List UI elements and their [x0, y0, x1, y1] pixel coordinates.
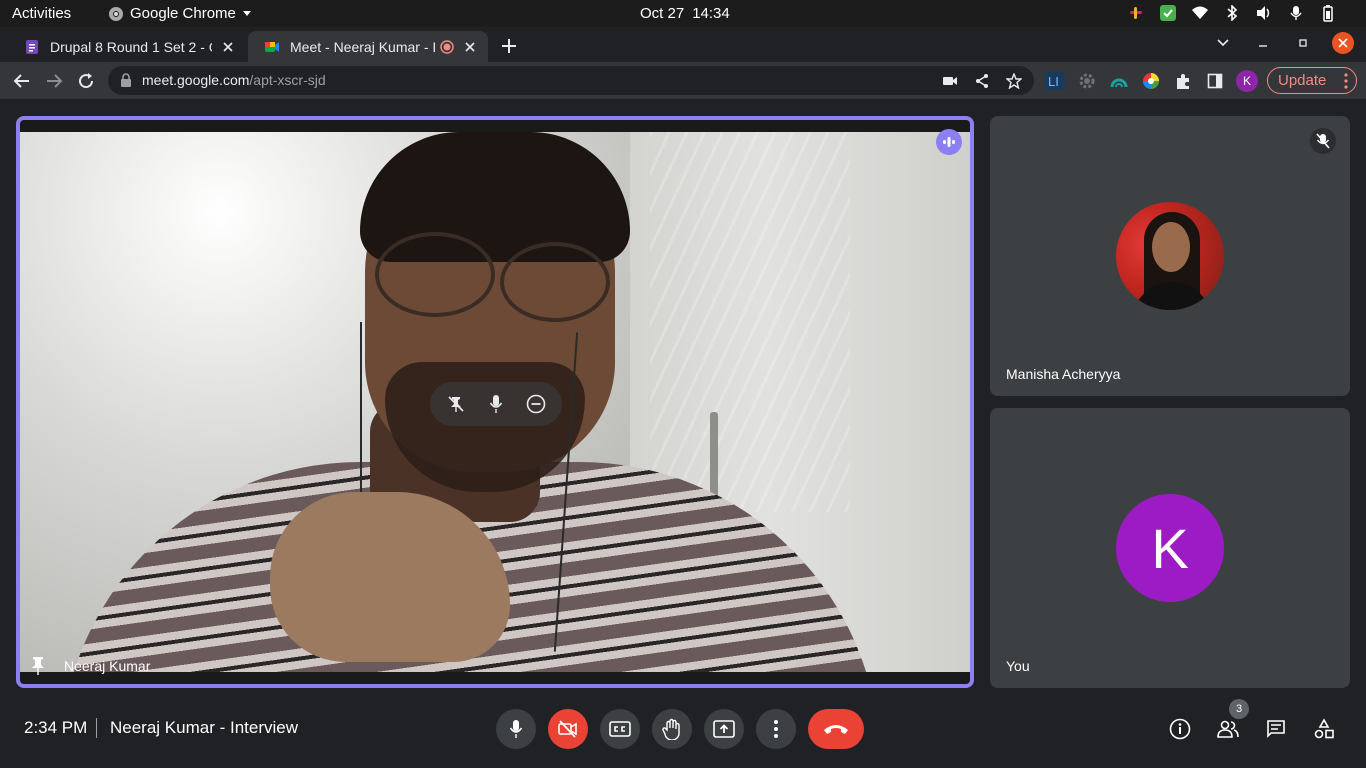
- remove-participant-icon[interactable]: [522, 390, 550, 418]
- mute-participant-icon[interactable]: [482, 390, 510, 418]
- unpin-icon[interactable]: [442, 390, 470, 418]
- participant-tile-manisha[interactable]: Manisha Acheryya: [990, 116, 1350, 396]
- recording-dot-icon: [440, 39, 454, 54]
- new-tab-button[interactable]: [498, 35, 520, 57]
- meet-icon: [265, 41, 279, 52]
- side-panel-icon[interactable]: [1203, 69, 1227, 93]
- close-tab-icon[interactable]: [218, 37, 238, 57]
- volume-icon[interactable]: [1254, 4, 1274, 22]
- slack-icon[interactable]: [1126, 4, 1146, 22]
- main-participant-name: Neeraj Kumar: [64, 658, 151, 674]
- divider: [96, 718, 97, 738]
- main-participant-tile[interactable]: Neeraj Kumar: [16, 116, 974, 688]
- battery-icon[interactable]: [1318, 4, 1338, 22]
- system-tray[interactable]: [1126, 4, 1338, 22]
- tab-meet[interactable]: Meet - Neeraj Kumar - I: [248, 31, 488, 62]
- meeting-clock: 2:34 PM: [24, 718, 88, 737]
- microphone-button[interactable]: [496, 709, 536, 749]
- pin-icon[interactable]: [30, 656, 50, 676]
- address-bar[interactable]: meet.google.com/apt-xscr-sjd: [108, 66, 1034, 95]
- raise-hand-button[interactable]: [652, 709, 692, 749]
- back-icon[interactable]: [9, 68, 35, 94]
- share-icon[interactable]: [972, 71, 992, 91]
- leave-call-button[interactable]: [808, 709, 864, 749]
- forward-icon[interactable]: [41, 68, 67, 94]
- extension-label: LI: [1048, 74, 1059, 89]
- chrome-icon: [109, 6, 123, 21]
- bluetooth-icon[interactable]: [1222, 4, 1242, 22]
- reload-icon[interactable]: [73, 68, 99, 94]
- extensions-puzzle-icon[interactable]: [1171, 69, 1195, 93]
- tab-title: Meet - Neeraj Kumar - I: [290, 38, 436, 55]
- url-host: meet.google.com: [142, 72, 250, 88]
- tracker-extension-icon[interactable]: [1107, 69, 1131, 93]
- avatar: [1116, 202, 1224, 310]
- more-vert-icon: [1344, 73, 1348, 89]
- activities-button[interactable]: Activities: [12, 5, 71, 22]
- browser-toolbar: meet.google.com/apt-xscr-sjd LI K Update: [0, 62, 1366, 99]
- gear-extension-icon[interactable]: [1075, 69, 1099, 93]
- participant-tile-you[interactable]: K You: [990, 408, 1350, 688]
- people-count-badge: 3: [1229, 699, 1249, 719]
- app-menu-label: Google Chrome: [130, 5, 236, 22]
- time-label: 14:34: [692, 5, 730, 22]
- tab-title: Drupal 8 Round 1 Set 2 - G: [50, 38, 212, 55]
- speaking-indicator-icon: [936, 129, 962, 155]
- chevron-down-icon: [242, 10, 251, 16]
- color-picker-extension-icon[interactable]: [1139, 69, 1163, 93]
- camera-status-icon[interactable]: [940, 71, 960, 91]
- window-controls: [1212, 32, 1354, 54]
- camera-off-button[interactable]: [548, 709, 588, 749]
- avatar: K: [1116, 494, 1224, 602]
- meeting-details-icon[interactable]: [1166, 715, 1194, 743]
- meet-stage: Neeraj Kumar Manisha Acheryya K You 2:34…: [0, 99, 1366, 768]
- meet-control-bar: 2:34 PM Neeraj Kumar - Interview 3: [0, 699, 1366, 768]
- system-clock[interactable]: Oct 27 14:34: [640, 5, 738, 22]
- system-top-bar: Activities Google Chrome Oct 27 14:34: [0, 0, 1366, 27]
- update-label: Update: [1278, 72, 1327, 89]
- maximize-icon[interactable]: [1292, 32, 1314, 54]
- tab-strip: Drupal 8 Round 1 Set 2 - G Meet - Neeraj…: [0, 27, 1366, 62]
- tab-search-icon[interactable]: [1212, 32, 1234, 54]
- update-button[interactable]: Update: [1267, 67, 1357, 94]
- mic-off-icon: [1310, 128, 1336, 154]
- microphone-icon[interactable]: [1286, 4, 1306, 22]
- lock-icon[interactable]: [120, 73, 132, 87]
- chat-icon[interactable]: [1262, 715, 1290, 743]
- meeting-title: Neeraj Kumar - Interview: [110, 718, 299, 737]
- captions-button[interactable]: [600, 709, 640, 749]
- date-label: Oct 27: [640, 5, 685, 22]
- present-screen-button[interactable]: [704, 709, 744, 749]
- bookmark-star-icon[interactable]: [1004, 71, 1024, 91]
- people-icon[interactable]: [1214, 715, 1242, 743]
- more-options-button[interactable]: [756, 709, 796, 749]
- profile-avatar[interactable]: K: [1236, 70, 1258, 92]
- close-window-icon[interactable]: [1332, 32, 1354, 54]
- linkedin-extension-icon[interactable]: LI: [1043, 69, 1067, 93]
- activities-icon[interactable]: [1310, 715, 1338, 743]
- tab-drupal-doc[interactable]: Drupal 8 Round 1 Set 2 - G: [8, 31, 246, 62]
- participant-name: Manisha Acheryya: [1006, 366, 1121, 382]
- docs-icon: [26, 39, 38, 54]
- wifi-icon[interactable]: [1190, 4, 1210, 22]
- close-tab-icon[interactable]: [460, 37, 480, 57]
- participant-name: You: [1006, 658, 1030, 674]
- url-path: /apt-xscr-sjd: [249, 72, 326, 88]
- shield-check-icon[interactable]: [1158, 4, 1178, 22]
- app-menu[interactable]: Google Chrome: [108, 5, 252, 22]
- minimize-icon[interactable]: [1252, 32, 1274, 54]
- tile-hover-controls: [430, 382, 562, 426]
- url-text: meet.google.com/apt-xscr-sjd: [142, 72, 326, 88]
